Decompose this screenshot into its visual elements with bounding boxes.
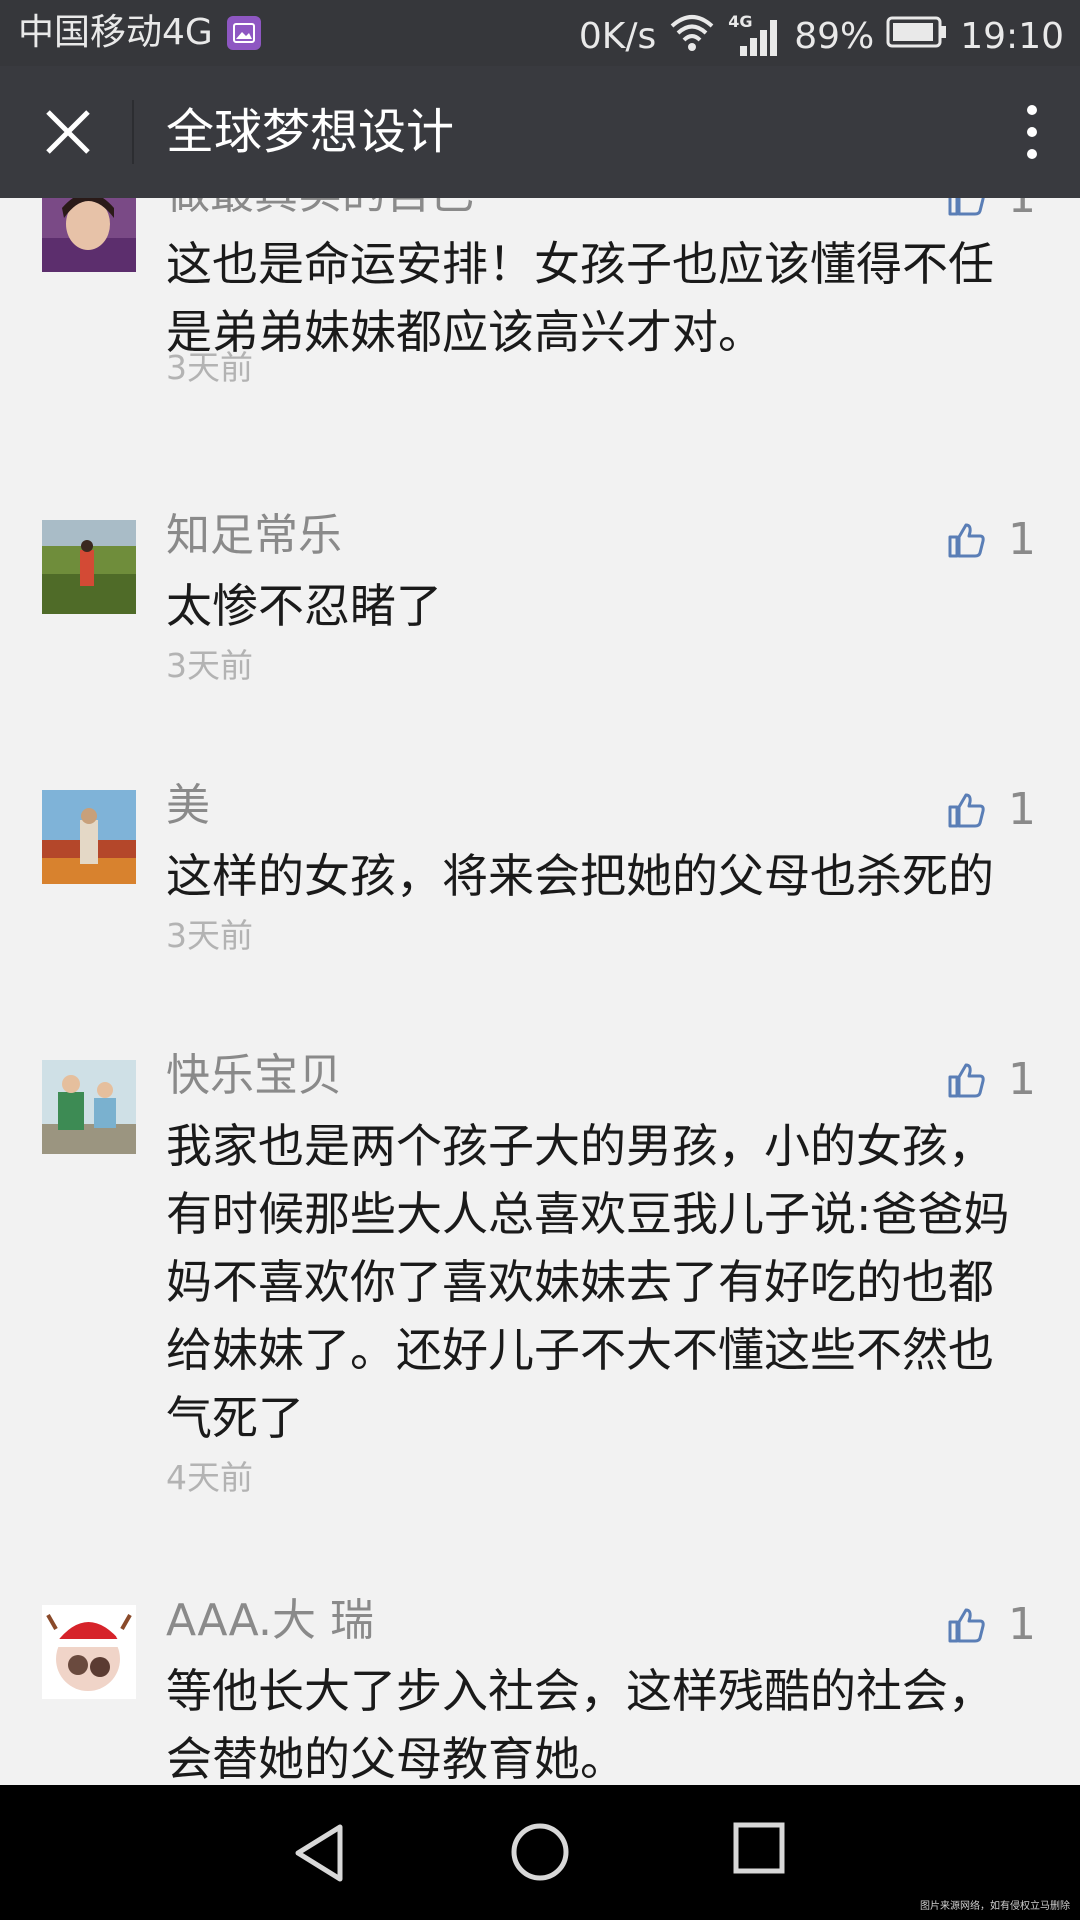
- thumbs-up-icon: [948, 198, 985, 216]
- like-count: 1: [1008, 1599, 1036, 1650]
- like-button[interactable]: 1: [946, 1599, 1036, 1651]
- comment-text: 太惨不忍睹了: [166, 579, 442, 633]
- like-count: 1: [1008, 198, 1036, 224]
- comment-author[interactable]: 快乐宝贝: [166, 1046, 342, 1106]
- like-count: 1: [1008, 1054, 1036, 1105]
- thumbs-up-icon: [948, 523, 985, 558]
- avatar[interactable]: [42, 1060, 136, 1154]
- more-vertical-icon: [1027, 105, 1037, 159]
- close-button[interactable]: [30, 94, 106, 170]
- watermark-text: 图片来源网络，如有侵权立马删除: [920, 1901, 1070, 1912]
- comment-author[interactable]: 知足常乐: [166, 506, 342, 566]
- comment-text: 这也是命运安排！女孩子也应该懂得不任是弟弟妹妹都应该高兴才对。: [166, 237, 994, 359]
- recent-apps-square-icon: [733, 1822, 785, 1874]
- avatar[interactable]: [42, 790, 136, 884]
- like-button[interactable]: 1: [946, 514, 1036, 566]
- thumbs-up-icon: [948, 1608, 985, 1643]
- comment-list[interactable]: 做最真实的自己 1 这也是命运安排！女孩子也应该懂得不任是弟弟妹妹都应该高兴才对…: [0, 198, 1080, 1785]
- comment-text: 等他长大了步入社会，这样残酷的社会，会替她的父母教育她。: [166, 1664, 994, 1785]
- comment-time: 3天前: [166, 916, 253, 955]
- like-button[interactable]: 1: [946, 198, 1036, 224]
- like-count: 1: [1008, 514, 1036, 565]
- comment-author[interactable]: 做最真实的自己: [166, 198, 474, 224]
- thumbs-up-icon: [948, 1063, 985, 1098]
- back-triangle-icon: [295, 1824, 343, 1882]
- battery-percent: 89%: [794, 15, 875, 57]
- wifi-icon: [668, 12, 716, 61]
- avatar[interactable]: [42, 198, 136, 272]
- comment-time: 3天前: [166, 646, 253, 685]
- recent-apps-button[interactable]: [732, 1821, 788, 1877]
- comment-time: 3天前: [166, 348, 253, 387]
- comment-author[interactable]: AAA.大 瑞: [166, 1591, 374, 1651]
- title-bar: 全球梦想设计: [0, 66, 1080, 198]
- like-button[interactable]: 1: [946, 1054, 1036, 1106]
- thumbs-up-icon: [948, 793, 985, 828]
- status-bar: 中国移动4G 0K/s 4G 89% 19:10: [0, 0, 1080, 66]
- network-speed: 0K/s: [578, 15, 657, 57]
- home-button[interactable]: [509, 1821, 571, 1883]
- home-circle-icon: [511, 1823, 569, 1881]
- more-menu-button[interactable]: [1002, 94, 1062, 170]
- title-divider: [132, 100, 134, 164]
- avatar[interactable]: [42, 1605, 136, 1699]
- carrier-label: 中国移动4G: [18, 12, 213, 53]
- gallery-notification-icon: [226, 16, 261, 50]
- comment-text: 这样的女孩，将来会把她的父母也杀死的: [166, 849, 994, 903]
- back-button[interactable]: [290, 1821, 350, 1885]
- close-icon: [46, 110, 90, 154]
- like-count: 1: [1008, 784, 1036, 835]
- like-button[interactable]: 1: [946, 784, 1036, 836]
- comment-time: 4天前: [166, 1458, 253, 1497]
- comment-author[interactable]: 美: [166, 776, 210, 836]
- avatar[interactable]: [42, 520, 136, 614]
- comment-text: 我家也是两个孩子大的男孩，小的女孩，有时候那些大人总喜欢豆我儿子说:爸爸妈妈不喜…: [166, 1119, 1010, 1445]
- clock: 19:10: [960, 15, 1064, 57]
- page-title: 全球梦想设计: [166, 104, 455, 160]
- cell-signal-icon: 4G: [728, 12, 782, 58]
- battery-icon: [886, 16, 948, 57]
- navigation-bar: 图片来源网络，如有侵权立马删除: [0, 1785, 1080, 1920]
